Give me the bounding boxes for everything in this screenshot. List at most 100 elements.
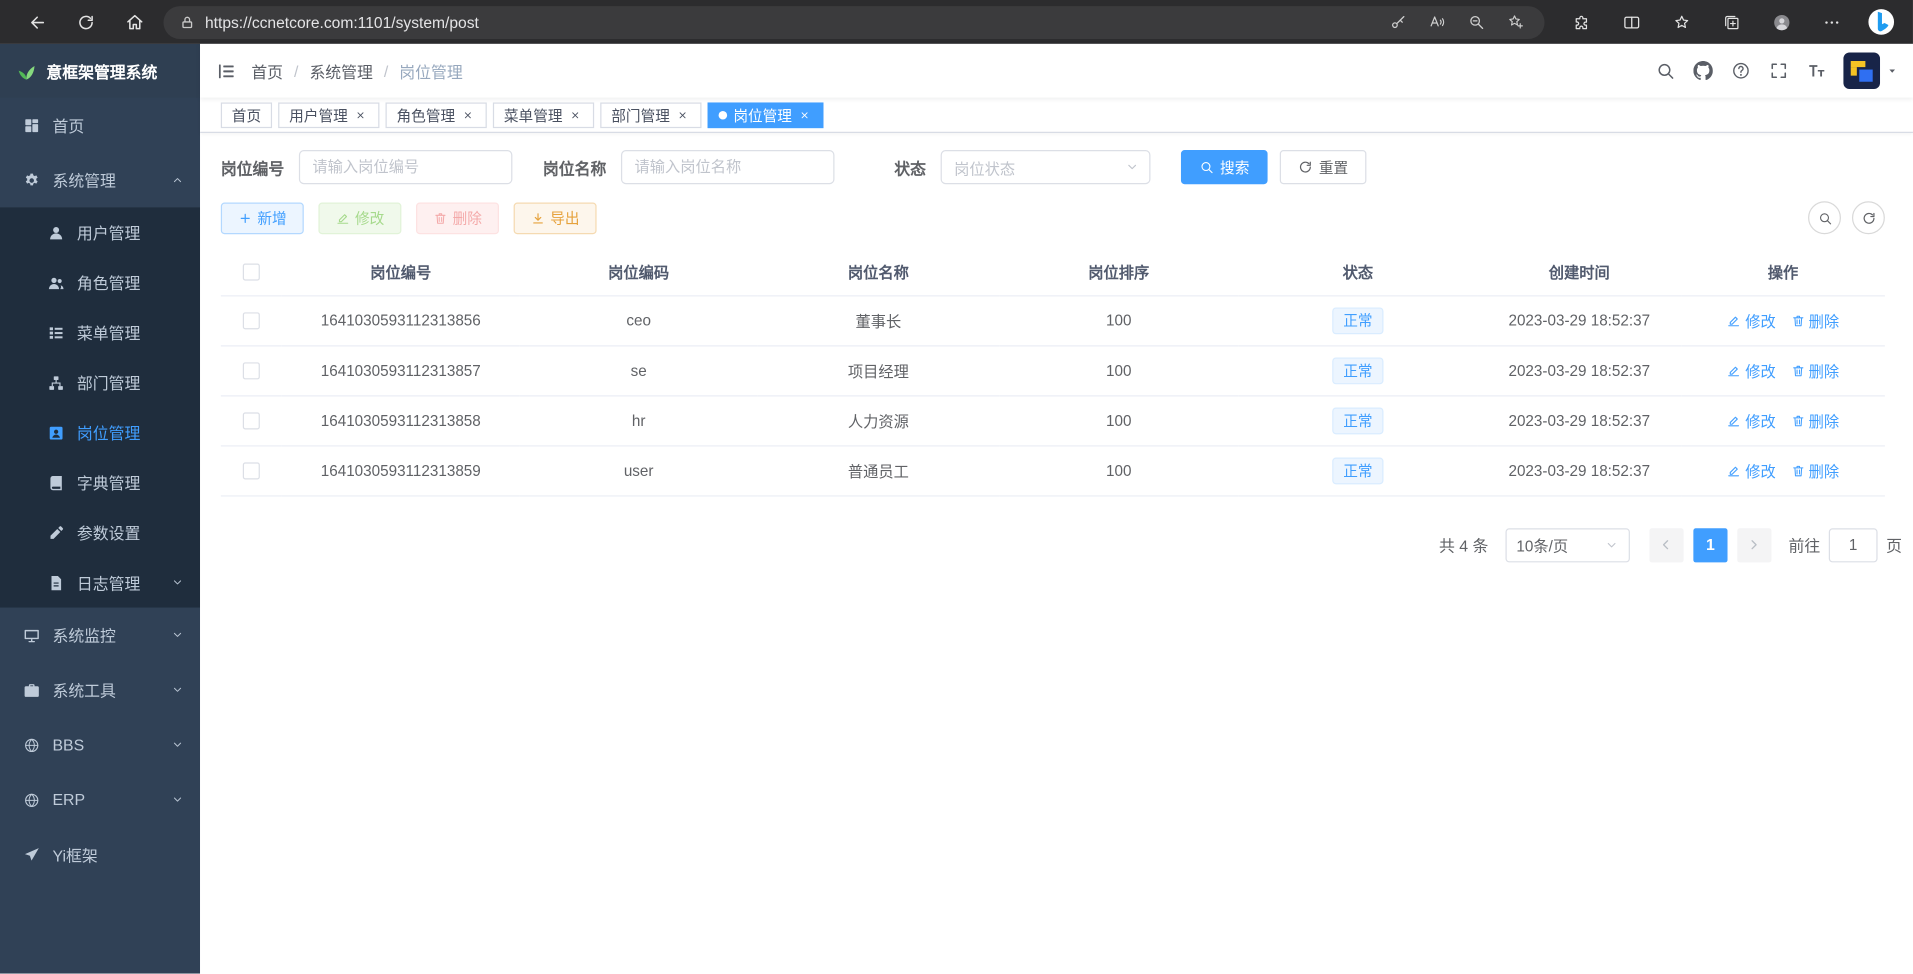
browser-extensions-button[interactable]: [1557, 4, 1607, 41]
close-icon[interactable]: [353, 107, 369, 123]
header-search-button[interactable]: [1647, 53, 1682, 88]
breadcrumb-item[interactable]: 系统管理: [309, 59, 372, 82]
sidebar-subitem-3[interactable]: 部门管理: [0, 357, 200, 407]
filter-input-1[interactable]: [621, 150, 835, 184]
page-number-button[interactable]: 1: [1693, 528, 1727, 562]
toolbar-add-button[interactable]: 新增: [221, 202, 304, 234]
browser-split-screen-button[interactable]: [1607, 4, 1657, 41]
select-all-checkbox[interactable]: [243, 264, 260, 281]
browser-home-button[interactable]: [110, 4, 159, 41]
sidebar-item-label: 系统监控: [52, 623, 187, 646]
bing-copilot-button[interactable]: [1857, 0, 1906, 44]
reset-button[interactable]: 重置: [1280, 150, 1367, 184]
search-button[interactable]: 搜索: [1181, 150, 1268, 184]
tab-5[interactable]: 岗位管理: [708, 102, 824, 128]
browser-key-button[interactable]: [1379, 7, 1418, 36]
toolbar-edit-button[interactable]: 修改: [318, 202, 401, 234]
hamburger-icon[interactable]: [200, 44, 251, 98]
goto-suffix: 页: [1886, 533, 1902, 556]
goto-page-input[interactable]: [1829, 528, 1878, 562]
sidebar-subitem-7[interactable]: 日志管理: [0, 558, 200, 608]
row-delete-button[interactable]: 删除: [1790, 409, 1839, 432]
browser-zoom-out-button[interactable]: [1457, 7, 1496, 36]
tab-2[interactable]: 角色管理: [386, 102, 487, 128]
app-logo: 意框架管理系统: [0, 44, 200, 98]
search-icon: [1199, 160, 1214, 175]
users-icon: [48, 274, 65, 291]
browser-refresh-button[interactable]: [61, 4, 110, 41]
filter-input-0[interactable]: [299, 150, 513, 184]
favorites-icon: [1673, 13, 1691, 31]
address-bar[interactable]: https://ccnetcore.com:1101/system/post: [163, 5, 1544, 38]
header-github-button[interactable]: [1685, 53, 1720, 88]
tab-0[interactable]: 首页: [221, 102, 272, 128]
browser-read-aloud-button[interactable]: [1418, 7, 1457, 36]
sidebar-item-6[interactable]: Yi框架: [0, 827, 200, 882]
row-edit-button[interactable]: 修改: [1727, 459, 1776, 482]
select-placeholder: 岗位状态: [954, 156, 1015, 179]
breadcrumb-item[interactable]: 首页: [251, 59, 283, 82]
refresh-circle-button[interactable]: [1852, 201, 1885, 234]
sidebar-item-3[interactable]: 系统工具: [0, 662, 200, 717]
close-icon[interactable]: [797, 107, 813, 123]
sidebar-item-2[interactable]: 系统监控: [0, 608, 200, 663]
page-size-select[interactable]: 10条/页: [1505, 528, 1629, 562]
table-toolbar: 新增修改删除导出: [221, 201, 1885, 234]
row-checkbox[interactable]: [243, 362, 260, 379]
sidebar-subitem-0[interactable]: 用户管理: [0, 207, 200, 257]
sidebar-item-4[interactable]: BBS: [0, 717, 200, 772]
row-edit-button[interactable]: 修改: [1727, 359, 1776, 382]
download-icon: [531, 210, 546, 225]
tab-3[interactable]: 菜单管理: [493, 102, 594, 128]
toolbar-export-button[interactable]: 导出: [514, 202, 597, 234]
sidebar-subitem-5[interactable]: 字典管理: [0, 458, 200, 508]
header-question-button[interactable]: [1723, 53, 1758, 88]
browser-more-button[interactable]: [1807, 4, 1857, 41]
sidebar-subitem-4[interactable]: 岗位管理: [0, 407, 200, 457]
browser-action-buttons: [1557, 4, 1857, 41]
sidebar-subitem-6[interactable]: 参数设置: [0, 508, 200, 558]
sidebar-subitem-2[interactable]: 菜单管理: [0, 307, 200, 357]
chevron-down-icon: [1604, 537, 1619, 552]
prev-page-button[interactable]: [1649, 528, 1683, 562]
browser-favorites-button[interactable]: [1657, 4, 1707, 41]
header-fullscreen-button[interactable]: [1760, 53, 1795, 88]
toolbar-delete-button[interactable]: 删除: [416, 202, 499, 234]
row-checkbox[interactable]: [243, 312, 260, 329]
sidebar-item-1[interactable]: 系统管理: [0, 153, 200, 208]
filter-label: 岗位编号: [221, 156, 284, 179]
cell-post-name: 项目经理: [758, 345, 1000, 395]
header-font-size-button[interactable]: [1798, 53, 1833, 88]
row-checkbox[interactable]: [243, 462, 260, 479]
close-icon[interactable]: [675, 107, 691, 123]
browser-profile-avatar-button[interactable]: [1757, 4, 1807, 41]
browser-back-button[interactable]: [12, 4, 61, 41]
sidebar-item-label: Yi框架: [52, 843, 187, 866]
close-icon[interactable]: [567, 107, 583, 123]
table-row: 1641030593112313858hr人力资源100正常2023-03-29…: [221, 395, 1885, 445]
sidebar-subitem-1[interactable]: 角色管理: [0, 257, 200, 307]
row-edit-button[interactable]: 修改: [1727, 409, 1776, 432]
search-circle-button[interactable]: [1808, 201, 1841, 234]
status-badge: 正常: [1332, 407, 1383, 434]
post-icon: [48, 424, 65, 441]
sidebar-item-0[interactable]: 首页: [0, 98, 200, 153]
row-checkbox[interactable]: [243, 412, 260, 429]
browser-chrome: https://ccnetcore.com:1101/system/post: [0, 0, 1913, 44]
row-delete-button[interactable]: 删除: [1790, 309, 1839, 332]
browser-add-favorite-button[interactable]: [1496, 7, 1535, 36]
row-edit-button[interactable]: 修改: [1727, 309, 1776, 332]
close-icon[interactable]: [460, 107, 476, 123]
sidebar-item-5[interactable]: ERP: [0, 772, 200, 827]
user-avatar[interactable]: [1843, 52, 1898, 89]
browser-collections-button[interactable]: [1707, 4, 1757, 41]
tab-4[interactable]: 部门管理: [600, 102, 701, 128]
status-select[interactable]: 岗位状态: [941, 150, 1151, 184]
monitor-icon: [23, 626, 40, 643]
tab-label: 用户管理: [289, 104, 348, 125]
cell-post-name: 人力资源: [758, 395, 1000, 445]
row-delete-button[interactable]: 删除: [1790, 459, 1839, 482]
tab-1[interactable]: 用户管理: [278, 102, 379, 128]
next-page-button[interactable]: [1737, 528, 1771, 562]
row-delete-button[interactable]: 删除: [1790, 359, 1839, 382]
